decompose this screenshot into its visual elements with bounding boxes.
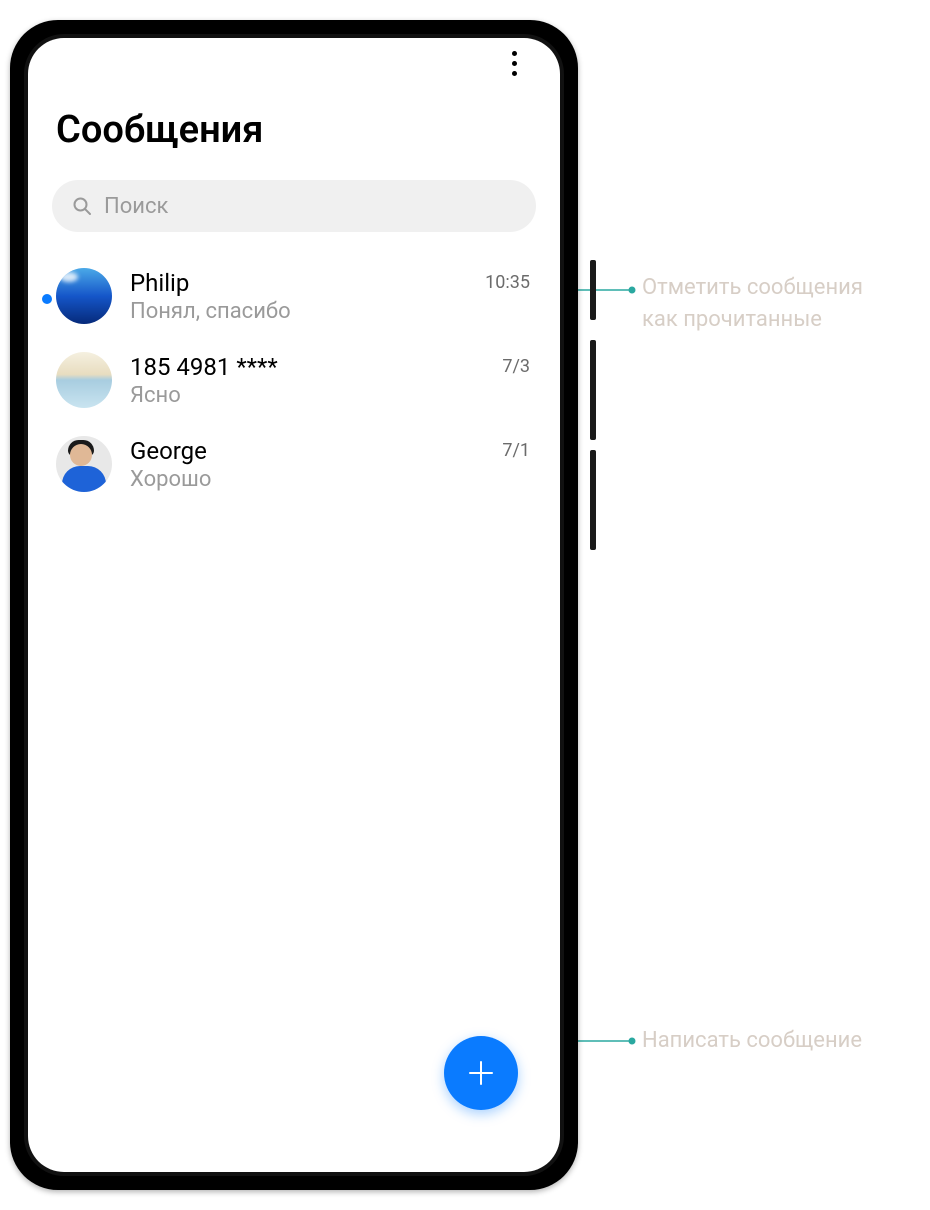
side-button <box>590 450 596 550</box>
overflow-menu-button[interactable] <box>494 43 534 83</box>
avatar <box>56 352 112 408</box>
search-input[interactable]: Поиск <box>52 180 536 232</box>
conversation-row[interactable]: 185 4981 **** Ясно 7/3 <box>28 338 560 422</box>
search-icon <box>72 196 92 216</box>
plus-icon <box>466 1058 496 1088</box>
contact-name: 185 4981 **** <box>130 353 484 381</box>
compose-button[interactable] <box>444 1036 518 1110</box>
phone-mockup: Сообщения Поиск Philip Понял, спасибо 10… <box>10 20 578 1190</box>
status-bar <box>28 38 560 78</box>
contact-name: George <box>130 437 484 465</box>
conversation-list: Philip Понял, спасибо 10:35 185 4981 ***… <box>28 244 560 1172</box>
callout-mark-read: Отметить сообщения как прочитанные <box>642 272 902 336</box>
message-preview: Понял, спасибо <box>130 299 467 324</box>
dot-icon <box>512 71 517 76</box>
conversation-row[interactable]: Philip Понял, спасибо 10:35 <box>28 254 560 338</box>
callout-compose: Написать сообщение <box>642 1025 902 1057</box>
conversation-row[interactable]: George Хорошо 7/1 <box>28 422 560 506</box>
message-time: 7/3 <box>502 356 530 377</box>
avatar <box>56 268 112 324</box>
search-placeholder: Поиск <box>104 194 168 219</box>
dot-icon <box>512 51 517 56</box>
message-preview: Ясно <box>130 383 484 408</box>
unread-indicator-icon <box>42 294 52 304</box>
page-title: Сообщения <box>28 78 560 180</box>
screen: Сообщения Поиск Philip Понял, спасибо 10… <box>28 38 560 1172</box>
message-time: 7/1 <box>502 440 530 461</box>
contact-name: Philip <box>130 269 467 297</box>
side-button <box>590 340 596 440</box>
message-preview: Хорошо <box>130 467 484 492</box>
avatar <box>56 436 112 492</box>
dot-icon <box>512 61 517 66</box>
side-button <box>590 260 596 320</box>
message-time: 10:35 <box>485 272 530 293</box>
